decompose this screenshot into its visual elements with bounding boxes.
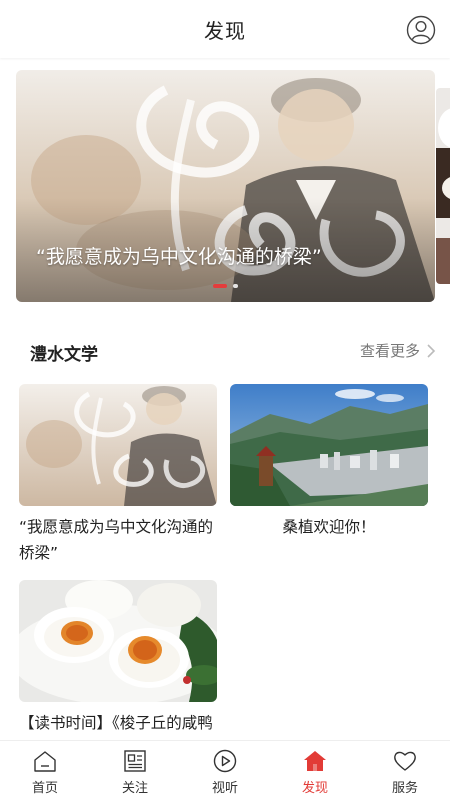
tab-media[interactable]: 视听 [180,741,270,800]
banner-carousel[interactable]: “我愿意成为乌中文化沟通的桥梁” [0,70,450,306]
tab-label: 服务 [391,781,418,796]
article-thumbnail [19,384,217,506]
tab-label: 关注 [121,781,148,796]
section-header: 澧水文学 查看更多 [0,336,450,366]
tab-label: 视听 [211,781,238,796]
top-bar: 发现 [0,0,450,58]
discover-house-icon [304,751,326,771]
article-thumbnail [230,384,428,506]
section-title: 澧水文学 [30,345,98,365]
view-more-label: 查看更多 [359,342,420,360]
home-icon [34,751,56,772]
tab-discover[interactable]: 发现 [270,741,360,800]
banner-caption: “我愿意成为乌中文化沟通的桥梁” [36,246,322,268]
tab-home[interactable]: 首页 [0,741,90,800]
carousel-dot-active [213,284,227,288]
user-circle-icon[interactable] [406,15,436,45]
tab-label: 首页 [31,781,58,796]
article-card[interactable]: 桑植欢迎你！ [230,384,428,540]
tab-label: 发现 [301,781,328,796]
banner-next-image [436,88,450,284]
carousel-dot [233,284,238,288]
article-card[interactable]: “我愿意成为乌中文化沟通的桥梁” [19,384,217,566]
tab-service[interactable]: 服务 [360,741,450,800]
article-card[interactable]: 【读书时间】《梭子丘的咸鸭蛋》 [19,580,217,762]
play-icon [213,749,237,773]
tab-follow[interactable]: 关注 [90,741,180,800]
carousel-indicator [16,284,435,288]
article-thumbnail [19,580,217,702]
bottom-tab-bar: 首页 关注 视听 发现 服务 [0,740,450,800]
view-more-link[interactable]: 查看更多 [360,340,436,361]
article-title: “我愿意成为乌中文化沟通的桥梁” [19,518,214,562]
heart-icon [394,751,416,771]
page-title: 发现 [204,18,246,43]
article-title: 桑植欢迎你！ [282,518,376,536]
chevron-right-icon [427,343,436,358]
banner-slide[interactable]: “我愿意成为乌中文化沟通的桥梁” [16,70,435,302]
banner-next-slide-peek[interactable] [436,88,450,284]
news-icon [124,750,146,772]
